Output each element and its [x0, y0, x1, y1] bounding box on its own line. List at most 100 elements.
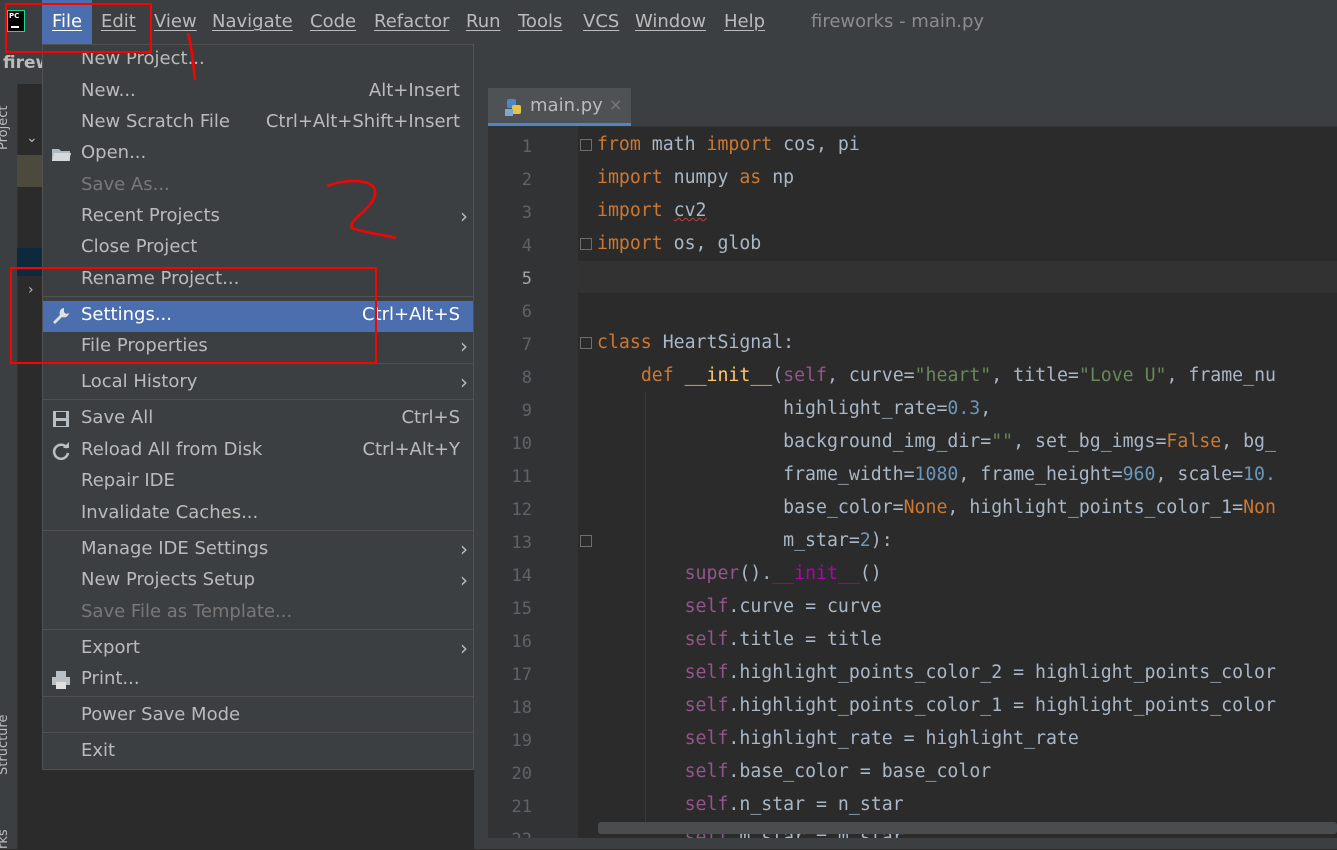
menu-item-label: New...	[81, 80, 136, 101]
structure-tool-tab[interactable]: Structure	[0, 715, 11, 775]
menu-item-new[interactable]: New... Alt+Insert	[43, 77, 473, 108]
line-number: 16	[511, 632, 532, 652]
fold-marker-icon[interactable]	[580, 139, 592, 151]
menu-help[interactable]: Help	[724, 11, 765, 32]
menu-item-label: Exit	[81, 740, 116, 761]
line-number: 14	[511, 566, 532, 586]
menu-item-new-scratch-file[interactable]: New Scratch File Ctrl+Alt+Shift+Insert	[43, 108, 473, 139]
editor-toolbar	[488, 44, 1337, 88]
line-number: 2	[521, 170, 532, 190]
menu-item-exit[interactable]: Exit	[43, 737, 473, 768]
line-number: 21	[511, 797, 532, 817]
save-icon	[50, 408, 72, 430]
menu-item-label: New Project...	[81, 48, 205, 69]
menu-item-repair-ide[interactable]: Repair IDE	[43, 467, 473, 498]
menu-item-reload-all-from-disk[interactable]: Reload All from Disk Ctrl+Alt+Y	[43, 436, 473, 467]
menu-window[interactable]: Window	[635, 11, 706, 32]
menu-item-label: Save As...	[81, 174, 170, 195]
chevron-right-icon: ›	[460, 370, 468, 394]
menu-item-label: Reload All from Disk	[81, 439, 263, 460]
code-line: self.highlight_rate = highlight_rate	[684, 728, 1079, 749]
line-number: 11	[511, 467, 532, 487]
menu-item-settings[interactable]: Settings... Ctrl+Alt+S	[43, 301, 473, 332]
line-number: 1	[521, 137, 532, 157]
code-line: from math import cos, pi	[597, 134, 860, 155]
close-icon[interactable]: ×	[609, 95, 622, 114]
code-line: highlight_rate=0.3,	[597, 398, 992, 419]
code-line: self.n_star = n_star	[684, 794, 904, 815]
line-number: 19	[511, 731, 532, 751]
menu-item-label: Export	[81, 637, 140, 658]
menu-view[interactable]: View	[154, 11, 197, 32]
chevron-right-icon[interactable]: ›	[28, 282, 34, 298]
menu-item-save-as[interactable]: Save As...	[43, 171, 473, 202]
caret-row-highlight	[578, 261, 1337, 293]
menu-item-shortcut: Ctrl+S	[401, 407, 460, 428]
code-line: frame_width=1080, frame_height=960, scal…	[597, 464, 1276, 485]
horizontal-scrollbar[interactable]	[598, 822, 1337, 834]
menu-edit[interactable]: Edit	[101, 11, 136, 32]
fold-marker-icon[interactable]	[580, 337, 592, 349]
menu-bar: PC File Edit View Navigate Code Refactor…	[0, 0, 1337, 44]
menu-separator	[43, 363, 473, 364]
menu-item-new-project[interactable]: New Project...	[43, 45, 473, 76]
menu-item-invalidate-caches[interactable]: Invalidate Caches...	[43, 499, 473, 530]
menu-item-label: Recent Projects	[81, 205, 220, 226]
menu-item-label: Repair IDE	[81, 470, 175, 491]
menu-item-save-file-as-template[interactable]: Save File as Template...	[43, 598, 473, 629]
line-number: 20	[511, 764, 532, 784]
menu-tools[interactable]: Tools	[518, 11, 562, 32]
project-tree-row[interactable]	[17, 155, 42, 187]
code-line: self.highlight_points_color_2 = highligh…	[684, 662, 1276, 683]
menu-item-new-projects-setup[interactable]: New Projects Setup ›	[43, 566, 473, 597]
menu-item-label: Save File as Template...	[81, 601, 293, 622]
line-number: 9	[521, 401, 532, 421]
menu-file[interactable]: File	[42, 0, 93, 44]
menu-separator	[43, 629, 473, 630]
menu-navigate[interactable]: Navigate	[212, 11, 293, 32]
menu-item-label: Local History	[81, 371, 198, 392]
line-number: 10	[511, 434, 532, 454]
menu-item-open[interactable]: Open...	[43, 139, 473, 170]
menu-item-file-properties[interactable]: File Properties ›	[43, 332, 473, 363]
code-line: m_star=2):	[597, 530, 893, 551]
code-line: background_img_dir="", set_bg_imgs=False…	[597, 431, 1276, 452]
menu-item-local-history[interactable]: Local History ›	[43, 368, 473, 399]
menu-item-label: Open...	[81, 142, 147, 163]
panel-divider[interactable]	[474, 44, 488, 849]
chevron-right-icon: ›	[460, 204, 468, 228]
menu-code[interactable]: Code	[310, 11, 356, 32]
code-line: import numpy as np	[597, 167, 795, 188]
menu-item-label: Rename Project...	[81, 268, 240, 289]
fold-marker-icon[interactable]	[580, 238, 592, 250]
bookmarks-tool-tab[interactable]: rks	[0, 829, 11, 849]
line-number: 6	[521, 302, 532, 322]
menu-item-power-save-mode[interactable]: Power Save Mode	[43, 701, 473, 732]
reload-icon	[50, 440, 72, 462]
menu-vcs[interactable]: VCS	[583, 11, 619, 32]
tab-main-py[interactable]: main.py ×	[488, 88, 631, 126]
menu-item-print[interactable]: Print...	[43, 665, 473, 696]
wrench-icon	[50, 305, 72, 327]
project-tool-tab[interactable]: Project	[0, 106, 11, 150]
chevron-right-icon: ›	[460, 636, 468, 660]
menu-item-label: Settings...	[81, 304, 172, 325]
chevron-right-icon: ›	[460, 537, 468, 561]
chevron-down-icon[interactable]: ⌄	[26, 130, 38, 146]
menu-item-manage-ide-settings[interactable]: Manage IDE Settings ›	[43, 535, 473, 566]
project-tree-row-selected[interactable]	[17, 248, 42, 276]
folder-icon	[50, 143, 72, 165]
menu-refactor[interactable]: Refactor	[374, 11, 450, 32]
menu-separator	[43, 399, 473, 400]
menu-item-recent-projects[interactable]: Recent Projects ›	[43, 202, 473, 233]
window-title: fireworks - main.py	[811, 11, 985, 32]
line-number: 18	[511, 698, 532, 718]
fold-marker-icon[interactable]	[580, 535, 592, 547]
line-number: 12	[511, 500, 532, 520]
menu-item-save-all[interactable]: Save All Ctrl+S	[43, 404, 473, 435]
menu-item-export[interactable]: Export ›	[43, 634, 473, 665]
menu-item-rename-project[interactable]: Rename Project...	[43, 265, 473, 296]
menu-item-label: Print...	[81, 668, 140, 689]
menu-run[interactable]: Run	[466, 11, 501, 32]
menu-item-close-project[interactable]: Close Project	[43, 233, 473, 264]
